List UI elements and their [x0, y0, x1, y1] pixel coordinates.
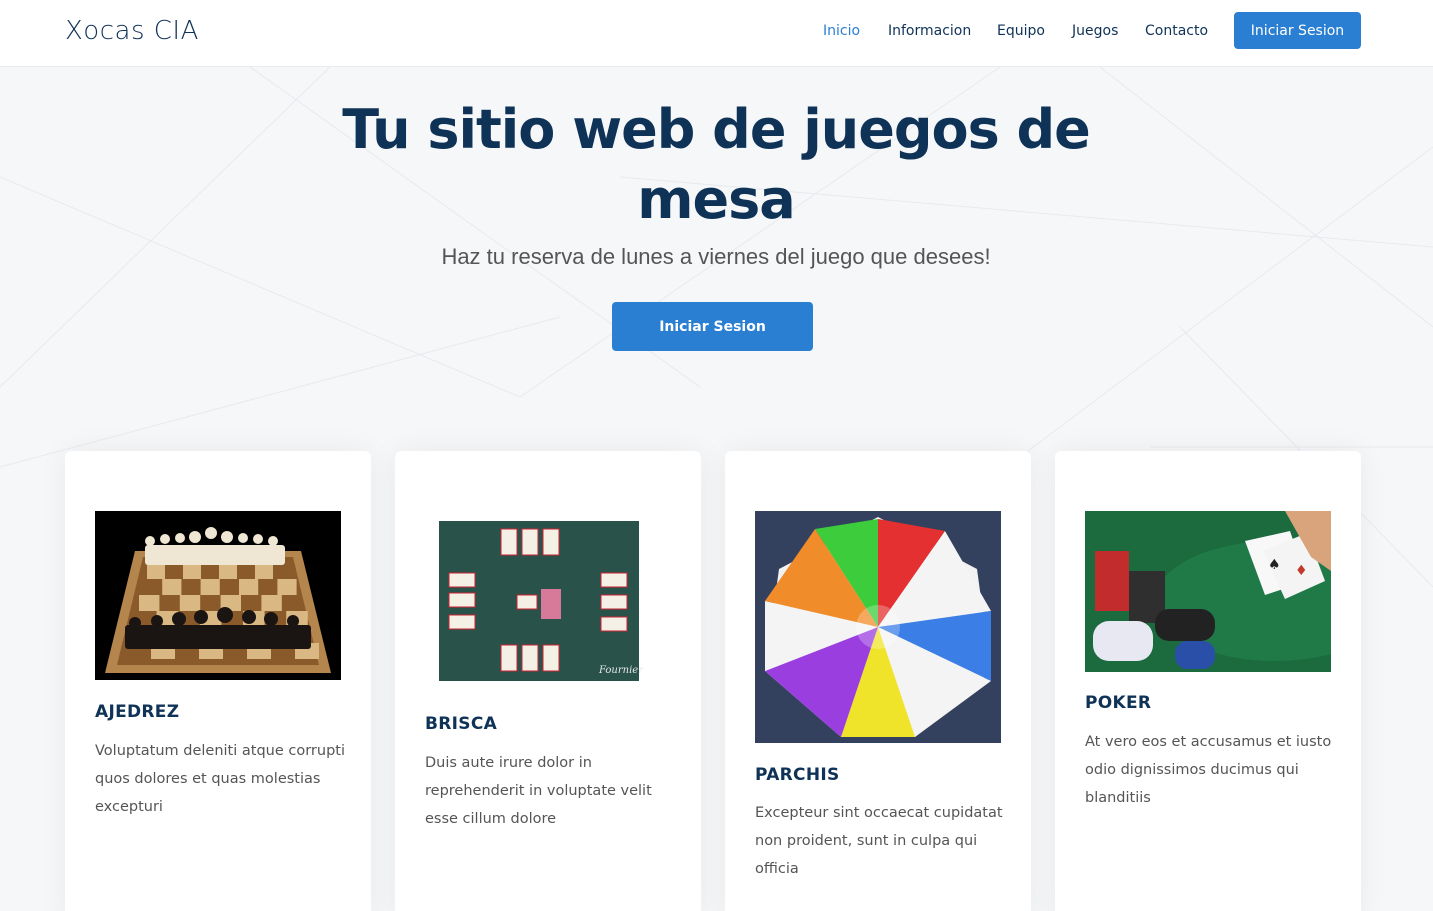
- spanish-cards-image: Fournier: [425, 511, 671, 691]
- game-card-brisca[interactable]: Fournier BRISCA Duis aute irure dolor in…: [395, 451, 701, 911]
- nav-link-equipo[interactable]: Equipo: [997, 22, 1045, 40]
- poker-chips-image: ♠ ♦: [1085, 511, 1331, 672]
- card-description: Excepteur sint occaecat cupidatat non pr…: [755, 805, 1003, 877]
- hero-title: Tu sitio web de juegos de mesa: [342, 98, 1091, 231]
- game-card-ajedrez[interactable]: AJEDREZ Voluptatum deleniti atque corrup…: [65, 451, 371, 911]
- nav-link-juegos[interactable]: Juegos: [1072, 22, 1118, 40]
- site-logo[interactable]: Xocas CIA: [65, 14, 199, 48]
- card-description: Duis aute irure dolor in reprehenderit i…: [425, 755, 652, 827]
- card-brand-text: Fournier: [598, 665, 644, 676]
- card-title: PARCHIS: [755, 765, 840, 785]
- card-title: AJEDREZ: [95, 702, 180, 722]
- parchis-board-image: [755, 511, 1001, 743]
- hero-subtitle: Haz tu reserva de lunes a viernes del ju…: [441, 244, 991, 269]
- nav-link-inicio[interactable]: Inicio: [823, 22, 860, 40]
- game-card-poker[interactable]: ♠ ♦ POKER At vero eos et accusamus et iu…: [1055, 451, 1361, 911]
- nav-link-contacto[interactable]: Contacto: [1145, 22, 1208, 40]
- card-title: BRISCA: [425, 714, 498, 734]
- card-description: At vero eos et accusamus et iusto odio d…: [1085, 734, 1332, 806]
- site-header: Xocas CIA Inicio Informacion Equipo Jueg…: [0, 0, 1433, 67]
- nav-link-informacion[interactable]: Informacion: [888, 22, 971, 40]
- svg-text:♦: ♦: [1295, 563, 1308, 579]
- game-card-parchis[interactable]: PARCHIS Excepteur sint occaecat cupidata…: [725, 451, 1031, 911]
- card-title: POKER: [1085, 693, 1152, 713]
- chess-board-image: [95, 511, 341, 680]
- header-login-button[interactable]: Iniciar Sesion: [1234, 12, 1361, 49]
- hero-login-button[interactable]: Iniciar Sesion: [612, 302, 813, 351]
- card-description: Voluptatum deleniti atque corrupti quos …: [95, 743, 345, 815]
- svg-text:♠: ♠: [1268, 557, 1281, 573]
